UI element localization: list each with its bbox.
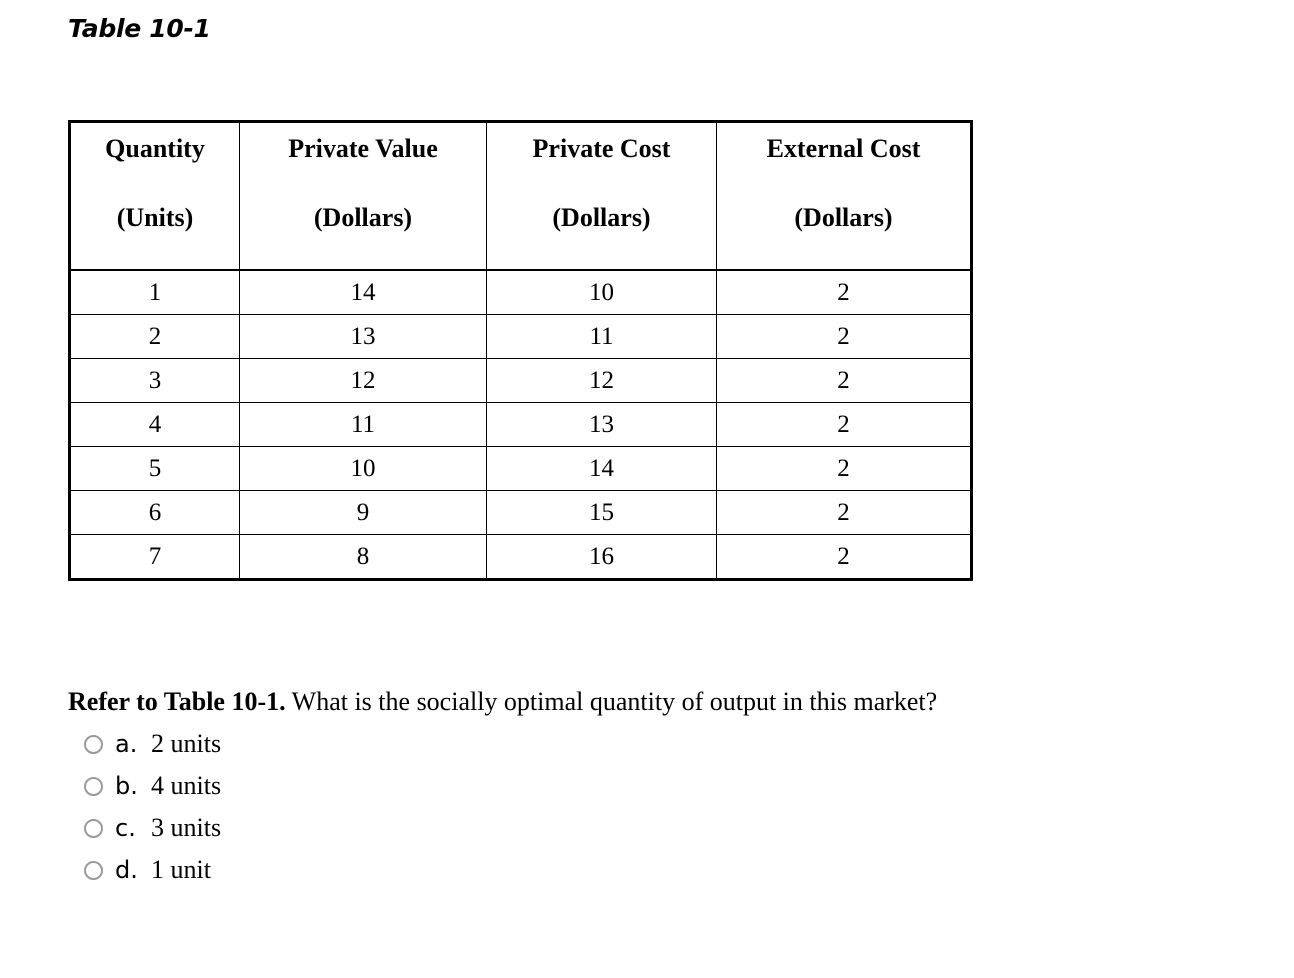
cell-private-value: 12: [239, 358, 487, 403]
cell-private-cost: 12: [486, 358, 717, 403]
cell-quantity: 3: [69, 358, 240, 403]
cell-external-cost: 2: [716, 490, 972, 535]
cell-private-cost: 10: [486, 269, 717, 315]
cell-external-cost: 2: [716, 534, 972, 580]
answer-option-b-label: 4 units: [151, 771, 222, 800]
cell-external-cost: 2: [716, 314, 972, 359]
answer-option-d-letter: d.: [115, 856, 138, 884]
cell-private-value: 14: [239, 269, 487, 315]
table-row: 1 14 10 2: [69, 269, 972, 315]
answer-option-d-label: 1 unit: [151, 855, 211, 884]
table-row: 7 8 16 2: [69, 534, 972, 580]
table-row: 6 9 15 2: [69, 490, 972, 535]
cell-external-cost: 2: [716, 402, 972, 447]
cell-quantity: 6: [69, 490, 240, 535]
cell-private-cost: 15: [486, 490, 717, 535]
radio-button-icon-b[interactable]: [84, 776, 103, 796]
column-header-private-cost-title: Private Cost: [532, 134, 671, 163]
table-row: 2 13 11 2: [69, 314, 972, 359]
answer-option-a[interactable]: a. 2 units: [68, 723, 1248, 765]
cell-external-cost: 2: [716, 269, 972, 315]
column-header-quantity-unit: (Units): [116, 203, 194, 233]
answer-option-c-letter: c.: [115, 814, 136, 842]
cell-private-cost: 11: [486, 314, 717, 359]
column-header-quantity: Quantity (Units): [69, 121, 240, 271]
answer-option-a-label: 2 units: [151, 729, 222, 758]
column-header-private-cost-unit: (Dollars): [552, 203, 651, 233]
economics-data-table: Quantity (Units) Private Value (Dollars)…: [68, 120, 973, 581]
cell-private-value: 9: [239, 490, 487, 535]
answer-option-b-letter: b.: [115, 772, 138, 800]
cell-private-value: 13: [239, 314, 487, 359]
column-header-private-value-unit: (Dollars): [313, 203, 413, 233]
table-row: 4 11 13 2: [69, 402, 972, 447]
table-header-row: Quantity (Units) Private Value (Dollars)…: [69, 121, 972, 271]
cell-private-value: 10: [239, 446, 487, 491]
table-row: 5 10 14 2: [69, 446, 972, 491]
column-header-external-cost-unit: (Dollars): [794, 203, 893, 233]
column-header-private-cost: Private Cost (Dollars): [486, 121, 717, 271]
cell-private-cost: 14: [486, 446, 717, 491]
question-prompt: Refer to Table 10-1. What is the sociall…: [68, 685, 1248, 719]
question-block: Refer to Table 10-1. What is the sociall…: [68, 685, 1248, 891]
cell-private-cost: 13: [486, 402, 717, 447]
radio-button-icon-a[interactable]: [84, 734, 103, 754]
answer-option-a-letter: a.: [115, 730, 138, 758]
cell-quantity: 1: [69, 269, 240, 315]
cell-private-value: 11: [239, 402, 487, 447]
column-header-private-value-title: Private Value: [288, 134, 438, 163]
question-body: What is the socially optimal quantity of…: [285, 687, 938, 716]
cell-external-cost: 2: [716, 358, 972, 403]
cell-private-cost: 16: [486, 534, 717, 580]
answer-option-b[interactable]: b. 4 units: [68, 765, 1248, 807]
cell-private-value: 8: [239, 534, 487, 580]
table-header: Quantity (Units) Private Value (Dollars)…: [69, 121, 972, 271]
table-label: Table 10-1: [68, 14, 211, 43]
answer-option-c-label: 3 units: [151, 813, 222, 842]
answer-options-list: a. 2 units b. 4 units c. 3 units d. 1 un…: [68, 723, 1248, 891]
cell-external-cost: 2: [716, 446, 972, 491]
cell-quantity: 2: [69, 314, 240, 359]
table-row: 3 12 12 2: [69, 358, 972, 403]
column-header-external-cost: External Cost (Dollars): [716, 121, 972, 271]
radio-button-icon-c[interactable]: [84, 818, 103, 838]
column-header-private-value: Private Value (Dollars): [239, 121, 487, 271]
column-header-quantity-title: Quantity: [105, 134, 205, 163]
question-reference: Refer to Table 10-1.: [68, 687, 286, 716]
answer-option-d[interactable]: d. 1 unit: [68, 849, 1248, 891]
radio-button-icon-d[interactable]: [84, 860, 103, 880]
cell-quantity: 4: [69, 402, 240, 447]
cell-quantity: 5: [69, 446, 240, 491]
table-body: 1 14 10 2 2 13 11 2 3 12 12 2 4 11 13 2 …: [69, 269, 972, 580]
column-header-external-cost-title: External Cost: [766, 134, 921, 163]
answer-option-c[interactable]: c. 3 units: [68, 807, 1248, 849]
cell-quantity: 7: [69, 534, 240, 580]
